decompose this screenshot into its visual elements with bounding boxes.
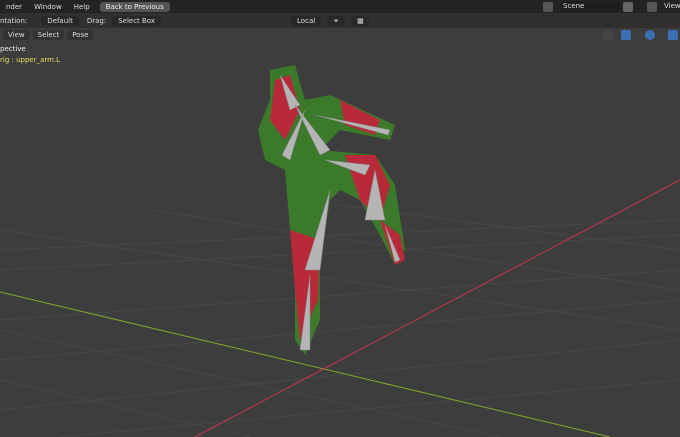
overlay-icon[interactable]	[645, 30, 655, 40]
orientation-dropdown[interactable]: Default	[41, 15, 79, 26]
tool-header: ntation: Default Drag: Select Box Local …	[0, 13, 680, 28]
transform-space-dropdown[interactable]: Local	[291, 15, 322, 26]
view-name: pective	[0, 45, 26, 53]
menu-window[interactable]: Window	[28, 3, 68, 11]
snap-icon[interactable]: ▦	[351, 15, 370, 26]
visibility-icon[interactable]	[603, 30, 613, 40]
menu-select[interactable]: Select	[32, 29, 65, 40]
orientation-label: ntation:	[0, 16, 28, 25]
pivot-icon[interactable]: ⚭	[327, 15, 346, 26]
menu-render[interactable]: nder	[0, 3, 28, 11]
back-to-previous-button[interactable]: Back to Previous	[99, 1, 170, 12]
menu-pose[interactable]: Pose	[67, 29, 94, 40]
scene-field[interactable]: Scene	[560, 1, 620, 12]
view-layer-label[interactable]: View	[664, 2, 680, 10]
menu-view[interactable]: View	[3, 29, 30, 40]
scene-icon[interactable]	[543, 2, 553, 12]
active-bone: rig : upper_arm.L	[0, 56, 61, 64]
viewport-grid[interactable]	[0, 0, 680, 437]
view-layer-icon[interactable]	[647, 2, 657, 12]
xray-icon[interactable]	[668, 30, 678, 40]
drag-dropdown[interactable]: Select Box	[112, 15, 162, 26]
viewport-header: View Select Pose	[0, 28, 94, 41]
new-scene-icon[interactable]	[623, 2, 633, 12]
menu-help[interactable]: Help	[68, 3, 96, 11]
gizmo-icon[interactable]	[621, 30, 631, 40]
drag-label: Drag:	[86, 16, 107, 25]
